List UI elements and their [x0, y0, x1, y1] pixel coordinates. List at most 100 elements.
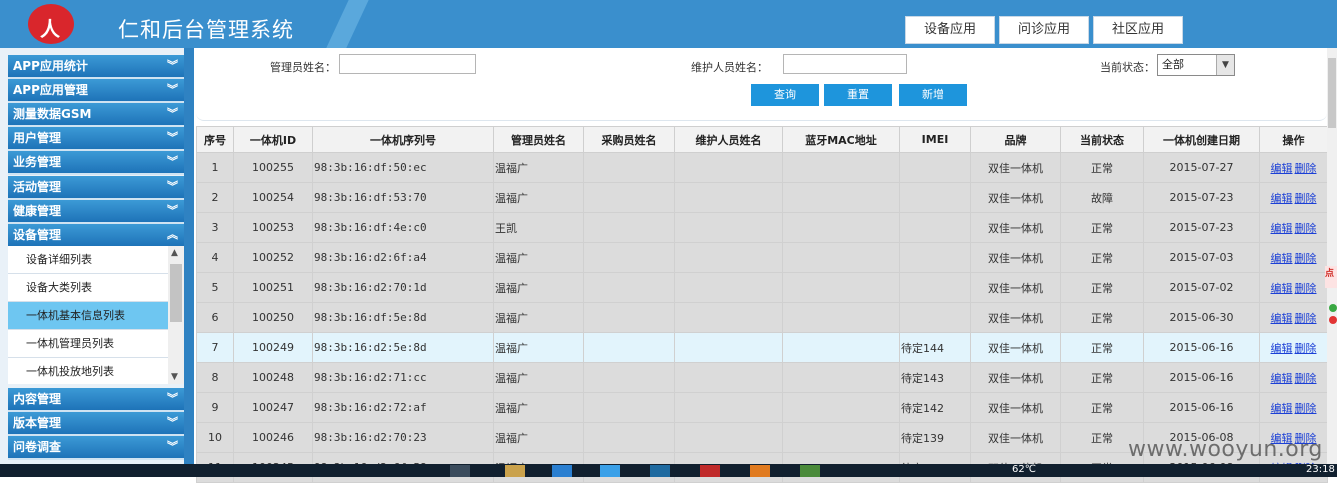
- double-chevron-down-icon: ︾: [167, 180, 178, 193]
- edit-link[interactable]: 编辑: [1271, 282, 1293, 295]
- table-row[interactable]: 3 100253 98:3b:16:df:4e:c0 王凯 双佳一体机 正常 2015-07…: [196, 212, 1328, 243]
- sidebar-item-survey[interactable]: 问卷调查 ︾: [8, 436, 184, 460]
- taskbar-app-icon[interactable]: [650, 465, 670, 477]
- admin-name-input[interactable]: [339, 54, 476, 74]
- edit-link[interactable]: 编辑: [1271, 312, 1293, 325]
- submenu-item-kiosk-admins[interactable]: 一体机管理员列表: [8, 330, 168, 358]
- table-row[interactable]: 8 100248 98:3b:16:d2:71:cc 温福广 待定143 双佳一体机 正常 2…: [196, 362, 1328, 393]
- browser-icon[interactable]: [600, 465, 620, 477]
- cell-brand: 双佳一体机: [970, 392, 1061, 423]
- logo-mark: 人: [40, 17, 60, 41]
- delete-link[interactable]: 删除: [1295, 342, 1317, 355]
- column-header: 序号: [196, 126, 234, 153]
- delete-link[interactable]: 删除: [1295, 222, 1317, 235]
- table-row[interactable]: 9 100247 98:3b:16:d2:72:af 温福广 待定142 双佳一体机 正常 2…: [196, 392, 1328, 423]
- cell-no: 2: [196, 182, 234, 213]
- table-row[interactable]: 1 100255 98:3b:16:df:50:ec 温福广 双佳一体机 正常 2015-0…: [196, 152, 1328, 183]
- maintainer-name-label: 维护人员姓名：: [691, 61, 768, 74]
- floating-side-tab[interactable]: 点: [1325, 266, 1337, 288]
- table-row[interactable]: 4 100252 98:3b:16:d2:6f:a4 温福广 双佳一体机 正常 2015-0…: [196, 242, 1328, 273]
- red-dot-icon[interactable]: [1329, 316, 1337, 324]
- sidebar-item-activity[interactable]: 活动管理 ︾: [8, 176, 184, 200]
- column-header: 一体机ID: [233, 126, 313, 153]
- sidebar: APP应用统计 ︾ APP应用管理 ︾ 测量数据GSM ︾ 用户管理 ︾ 业务管理 ︾ 活…: [0, 48, 194, 464]
- sidebar-item-label: 版本管理: [13, 416, 62, 430]
- delete-link[interactable]: 删除: [1295, 282, 1317, 295]
- edit-link[interactable]: 编辑: [1271, 402, 1293, 415]
- table-row[interactable]: 2 100254 98:3b:16:df:53:70 温福广 双佳一体机 故障 2015-0…: [196, 182, 1328, 213]
- submenu-item-kiosk-locations[interactable]: 一体机投放地列表: [8, 358, 168, 384]
- delete-link[interactable]: 删除: [1295, 162, 1317, 175]
- delete-link[interactable]: 删除: [1295, 252, 1317, 265]
- cell-no: 3: [196, 212, 234, 243]
- submenu-item-device-category[interactable]: 设备大类列表: [8, 274, 168, 302]
- table-row[interactable]: 7 100249 98:3b:16:d2:5e:8d 温福广 待定144 双佳一体机 正常 2…: [196, 332, 1328, 363]
- edit-link[interactable]: 编辑: [1271, 192, 1293, 205]
- sidebar-item-app-stats[interactable]: APP应用统计 ︾: [8, 55, 184, 79]
- cell-imei: 待定144: [899, 332, 971, 363]
- submenu-item-kiosk-info[interactable]: 一体机基本信息列表: [8, 302, 168, 330]
- sidebar-item-users[interactable]: 用户管理 ︾: [8, 127, 184, 151]
- sidebar-item-health[interactable]: 健康管理 ︾: [8, 200, 184, 224]
- taskbar-app-icon[interactable]: [552, 465, 572, 477]
- edit-link[interactable]: 编辑: [1271, 342, 1293, 355]
- delete-link[interactable]: 删除: [1295, 372, 1317, 385]
- sidebar-item-version[interactable]: 版本管理 ︾: [8, 412, 184, 436]
- table-row[interactable]: 5 100251 98:3b:16:d2:70:1d 温福广 双佳一体机 正常 2015-0…: [196, 272, 1328, 303]
- cell-date: 2015-06-30: [1143, 302, 1260, 333]
- cell-buyer: [583, 422, 675, 453]
- scroll-down-icon[interactable]: ▼: [171, 372, 178, 382]
- submenu-scrollbar[interactable]: ▲ ▼: [168, 246, 184, 384]
- consult-apps-button[interactable]: 问诊应用: [999, 16, 1089, 44]
- column-header: 采购员姓名: [583, 126, 675, 153]
- green-dot-icon[interactable]: [1329, 304, 1337, 312]
- edit-link[interactable]: 编辑: [1271, 222, 1293, 235]
- cell-id: 100253: [233, 212, 313, 243]
- table-header-row: 序号 一体机ID 一体机序列号 管理员姓名 采购员姓名 维护人员姓名 蓝牙MAC地址 IMEI…: [196, 126, 1328, 153]
- page-scroll-thumb[interactable]: [1328, 58, 1336, 128]
- sidebar-item-content[interactable]: 内容管理 ︾: [8, 388, 184, 412]
- cell-no: 5: [196, 272, 234, 303]
- cell-date: 2015-07-03: [1143, 242, 1260, 273]
- taskbar-app-icon[interactable]: [750, 465, 770, 477]
- column-header: IMEI: [899, 126, 971, 153]
- taskbar-app-icon[interactable]: [800, 465, 820, 477]
- cell-mac: [782, 422, 900, 453]
- edit-link[interactable]: 编辑: [1271, 372, 1293, 385]
- community-apps-button[interactable]: 社区应用: [1093, 16, 1183, 44]
- cell-brand: 双佳一体机: [970, 242, 1061, 273]
- taskbar-app-icon[interactable]: [450, 465, 470, 477]
- chevron-down-icon[interactable]: ▼: [1216, 55, 1234, 75]
- device-apps-button[interactable]: 设备应用: [905, 16, 995, 44]
- cell-serial: 98:3b:16:df:50:ec: [312, 152, 494, 183]
- taskbar-app-icon[interactable]: [700, 465, 720, 477]
- edit-link[interactable]: 编辑: [1271, 162, 1293, 175]
- cell-brand: 双佳一体机: [970, 422, 1061, 453]
- maintainer-name-input[interactable]: [783, 54, 907, 74]
- delete-link[interactable]: 删除: [1295, 312, 1317, 325]
- scroll-thumb[interactable]: [170, 264, 182, 322]
- add-button[interactable]: 新增: [899, 84, 967, 106]
- table-body: 1 100255 98:3b:16:df:50:ec 温福广 双佳一体机 正常 2015-0…: [196, 152, 1328, 483]
- sidebar-item-app-manage[interactable]: APP应用管理 ︾: [8, 79, 184, 103]
- double-chevron-down-icon: ︾: [167, 204, 178, 217]
- sidebar-item-devices[interactable]: 设备管理 ︽: [8, 224, 184, 248]
- query-button[interactable]: 查询: [751, 84, 819, 106]
- sidebar-item-gsm-data[interactable]: 测量数据GSM ︾: [8, 103, 184, 127]
- sidebar-item-business[interactable]: 业务管理 ︾: [8, 151, 184, 175]
- submenu-item-device-detail[interactable]: 设备详细列表: [8, 246, 168, 274]
- delete-link[interactable]: 删除: [1295, 192, 1317, 205]
- cell-date: 2015-07-23: [1143, 182, 1260, 213]
- page-scrollbar[interactable]: [1327, 48, 1337, 464]
- status-select[interactable]: 全部 ▼: [1157, 54, 1235, 76]
- reset-button[interactable]: 重置: [824, 84, 892, 106]
- delete-link[interactable]: 删除: [1295, 402, 1317, 415]
- kiosk-table: 序号 一体机ID 一体机序列号 管理员姓名 采购员姓名 维护人员姓名 蓝牙MAC地址 IMEI…: [196, 126, 1328, 483]
- scroll-up-icon[interactable]: ▲: [171, 248, 178, 258]
- folder-icon[interactable]: [505, 465, 525, 477]
- table-row[interactable]: 6 100250 98:3b:16:df:5e:8d 温福广 双佳一体机 正常 2015-0…: [196, 302, 1328, 333]
- cell-date: 2015-06-16: [1143, 392, 1260, 423]
- status-select-value: 全部: [1162, 58, 1184, 71]
- edit-link[interactable]: 编辑: [1271, 252, 1293, 265]
- cell-imei: [899, 182, 971, 213]
